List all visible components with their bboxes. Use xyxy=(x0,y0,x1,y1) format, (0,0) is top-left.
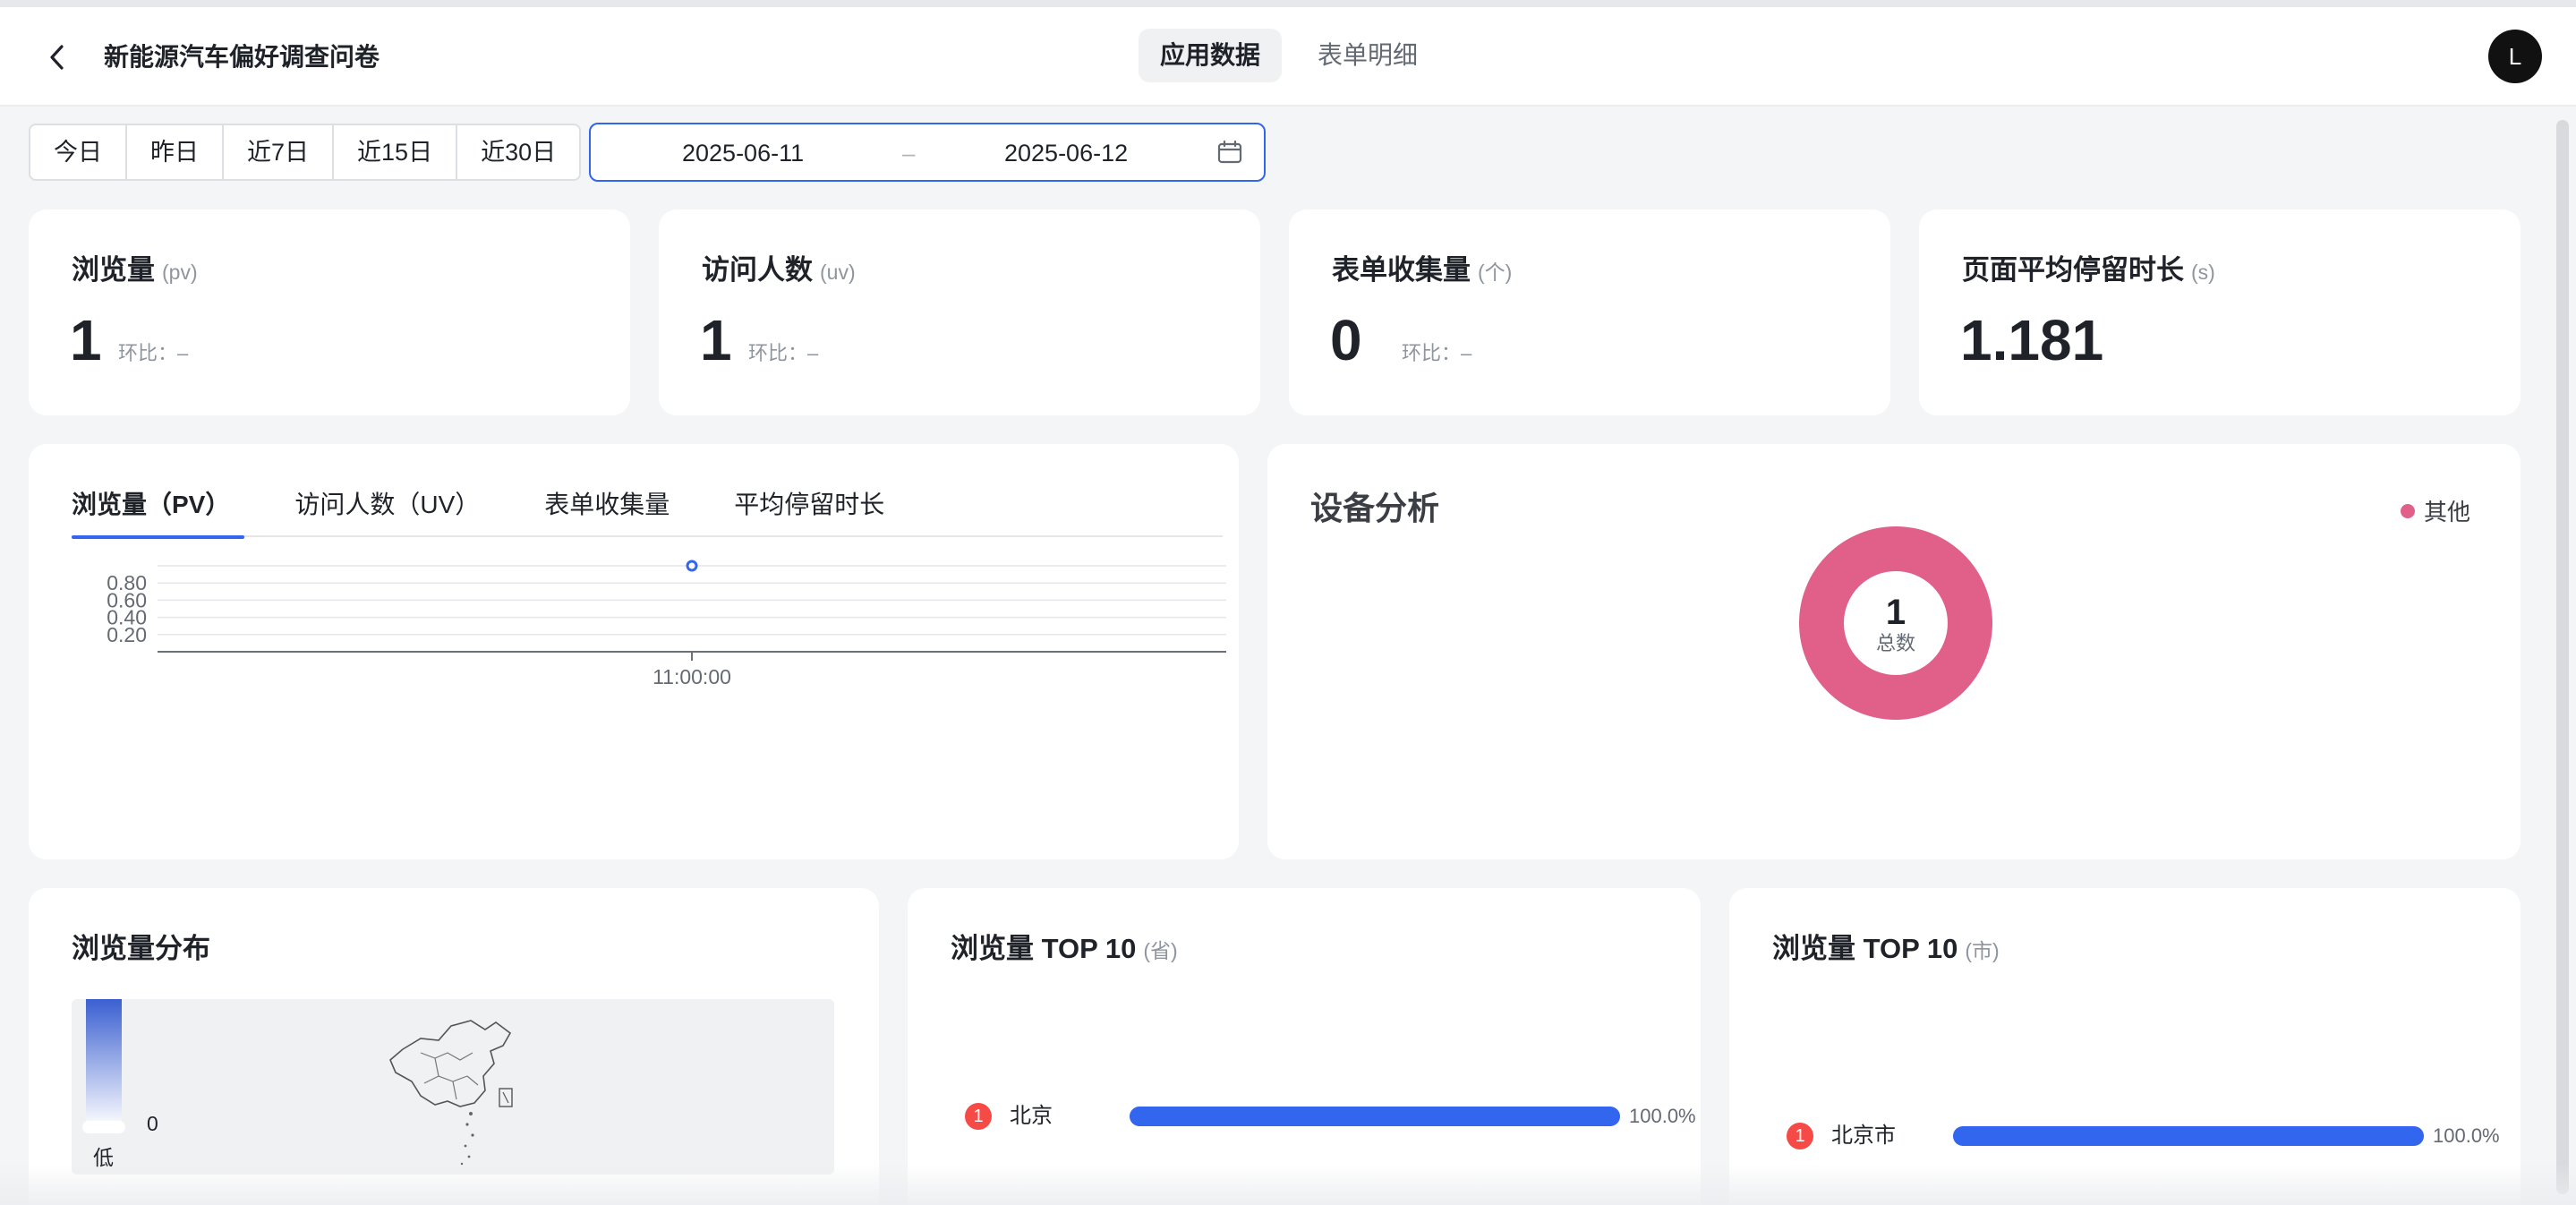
device-card: 设备分析 其他 1 总数 xyxy=(1267,444,2521,859)
y-tick-label: 0.20 xyxy=(107,623,147,646)
app-header: 新能源汽车偏好调查问卷 应用数据 表单明细 L xyxy=(0,7,2576,107)
rank-badge: 1 xyxy=(965,1103,992,1130)
top-city-title: 浏览量 TOP 10 (市) xyxy=(1772,933,2000,964)
map-scale-bar xyxy=(86,999,122,1128)
trend-tab-uv[interactable]: 访问人数（UV） xyxy=(294,487,480,535)
list-item[interactable]: 1 北京市 100.0% xyxy=(1787,1119,2538,1155)
rank-percent: 100.0% xyxy=(2433,1124,2500,1147)
bottom-shadow xyxy=(0,1164,2576,1205)
legend-dot xyxy=(2400,503,2415,518)
kpi-label: 浏览量 (pv) xyxy=(72,254,198,286)
quick-range-group: 今日 昨日 近7日 近15日 近30日 xyxy=(29,124,582,181)
kpi-ratio: 环比：– xyxy=(748,342,819,364)
kpi-value: 0 xyxy=(1330,308,1362,372)
date-separator: – xyxy=(902,140,916,167)
donut-total: 1 xyxy=(1885,593,1906,632)
trend-tab-pv[interactable]: 浏览量（PV） xyxy=(72,487,245,539)
rank-name: 北京 xyxy=(1010,1104,1053,1128)
back-button[interactable] xyxy=(39,39,75,75)
map-scale-min: 0 xyxy=(147,1112,158,1135)
trend-card: 浏览量（PV） 访问人数（UV） 表单收集量 平均停留时长 0.80 0.60 0.… xyxy=(29,444,1239,859)
device-legend[interactable]: 其他 xyxy=(2400,494,2470,527)
top-province-title: 浏览量 TOP 10 (省) xyxy=(951,933,1178,964)
top-province-unit: (省) xyxy=(1143,939,1178,962)
top-city-unit: (市) xyxy=(1965,939,2000,962)
kpi-unit: (个) xyxy=(1478,261,1513,284)
trend-tab-avg-stay[interactable]: 平均停留时长 xyxy=(734,487,884,535)
list-item[interactable]: 1 北京 100.0% xyxy=(965,1099,1717,1135)
rank-bar xyxy=(1953,1126,2424,1146)
range-15d-button[interactable]: 近15日 xyxy=(334,125,458,179)
kpi-unit: (pv) xyxy=(162,261,198,284)
top-city-card: 浏览量 TOP 10 (市) 1 北京市 100.0% xyxy=(1729,888,2521,1205)
date-end-input[interactable]: 2025-06-12 xyxy=(1004,139,1128,167)
kpi-ratio: 环比：– xyxy=(118,342,189,364)
range-today-button[interactable]: 今日 xyxy=(30,125,127,179)
kpi-label: 表单收集量 (个) xyxy=(1332,254,1513,286)
window-top-edge xyxy=(0,0,2576,7)
calendar-icon[interactable] xyxy=(1217,140,1242,165)
china-map-icon xyxy=(389,1020,513,1166)
donut-total-label: 总数 xyxy=(1875,632,1915,654)
view-tabs: 应用数据 表单明细 xyxy=(1139,29,1454,82)
trend-tabs: 浏览量（PV） 访问人数（UV） 表单收集量 平均停留时长 xyxy=(72,487,1223,539)
data-point xyxy=(686,560,698,572)
device-title: 设备分析 xyxy=(1310,490,1440,526)
rank-percent: 100.0% xyxy=(1629,1105,1696,1127)
kpi-label: 访问人数 (uv) xyxy=(702,254,856,286)
rank-bar xyxy=(1130,1107,1620,1126)
rank-name: 北京市 xyxy=(1831,1124,1896,1148)
page-title: 新能源汽车偏好调查问卷 xyxy=(104,43,380,71)
range-yesterday-button[interactable]: 昨日 xyxy=(127,125,224,179)
top-province-card: 浏览量 TOP 10 (省) 1 北京 100.0% xyxy=(908,888,1701,1205)
kpi-unit: (uv) xyxy=(820,261,856,284)
range-7d-button[interactable]: 近7日 xyxy=(224,125,335,179)
kpi-value: 1 xyxy=(70,308,102,372)
date-start-input[interactable]: 2025-06-11 xyxy=(682,139,804,167)
trend-tab-forms[interactable]: 表单收集量 xyxy=(544,487,670,535)
kpi-card-avg-stay: 页面平均停留时长 (s) 1.181 xyxy=(1919,209,2521,415)
x-tick-label: 11:00:00 xyxy=(653,665,731,688)
distribution-card: 浏览量分布 0 低 xyxy=(29,888,879,1205)
china-map[interactable]: 0 低 xyxy=(72,999,834,1175)
kpi-unit: (s) xyxy=(2191,261,2215,284)
map-scale-handle[interactable] xyxy=(82,1121,125,1133)
range-30d-button[interactable]: 近30日 xyxy=(457,125,579,179)
device-donut: 1 总数 xyxy=(1799,526,1992,720)
user-avatar[interactable]: L xyxy=(2488,30,2542,83)
kpi-label: 页面平均停留时长 (s) xyxy=(1962,254,2215,286)
date-range-picker[interactable]: 2025-06-11 – 2025-06-12 xyxy=(589,123,1266,182)
rank-badge: 1 xyxy=(1787,1123,1813,1149)
kpi-card-forms: 表单收集量 (个) 0 环比：– xyxy=(1289,209,1890,415)
trend-line-chart: 0.800.600.400.2011:00:00 xyxy=(107,560,1226,688)
kpi-ratio: 环比：– xyxy=(1402,342,1472,364)
tab-form-detail[interactable]: 表单明细 xyxy=(1296,29,1439,82)
page-scrollbar[interactable] xyxy=(2556,120,2569,1194)
kpi-card-pv: 浏览量 (pv) 1 环比：– xyxy=(29,209,630,415)
kpi-value: 1.181 xyxy=(1960,308,2104,372)
legend-label: 其他 xyxy=(2423,499,2470,526)
kpi-card-uv: 访问人数 (uv) 1 环比：– xyxy=(659,209,1260,415)
tab-app-data[interactable]: 应用数据 xyxy=(1139,29,1283,82)
kpi-value: 1 xyxy=(700,308,732,372)
rank-bar-track xyxy=(1953,1126,2424,1146)
rank-bar-track xyxy=(1130,1107,1620,1126)
distribution-title: 浏览量分布 xyxy=(72,933,210,964)
chevron-left-icon xyxy=(50,45,64,70)
